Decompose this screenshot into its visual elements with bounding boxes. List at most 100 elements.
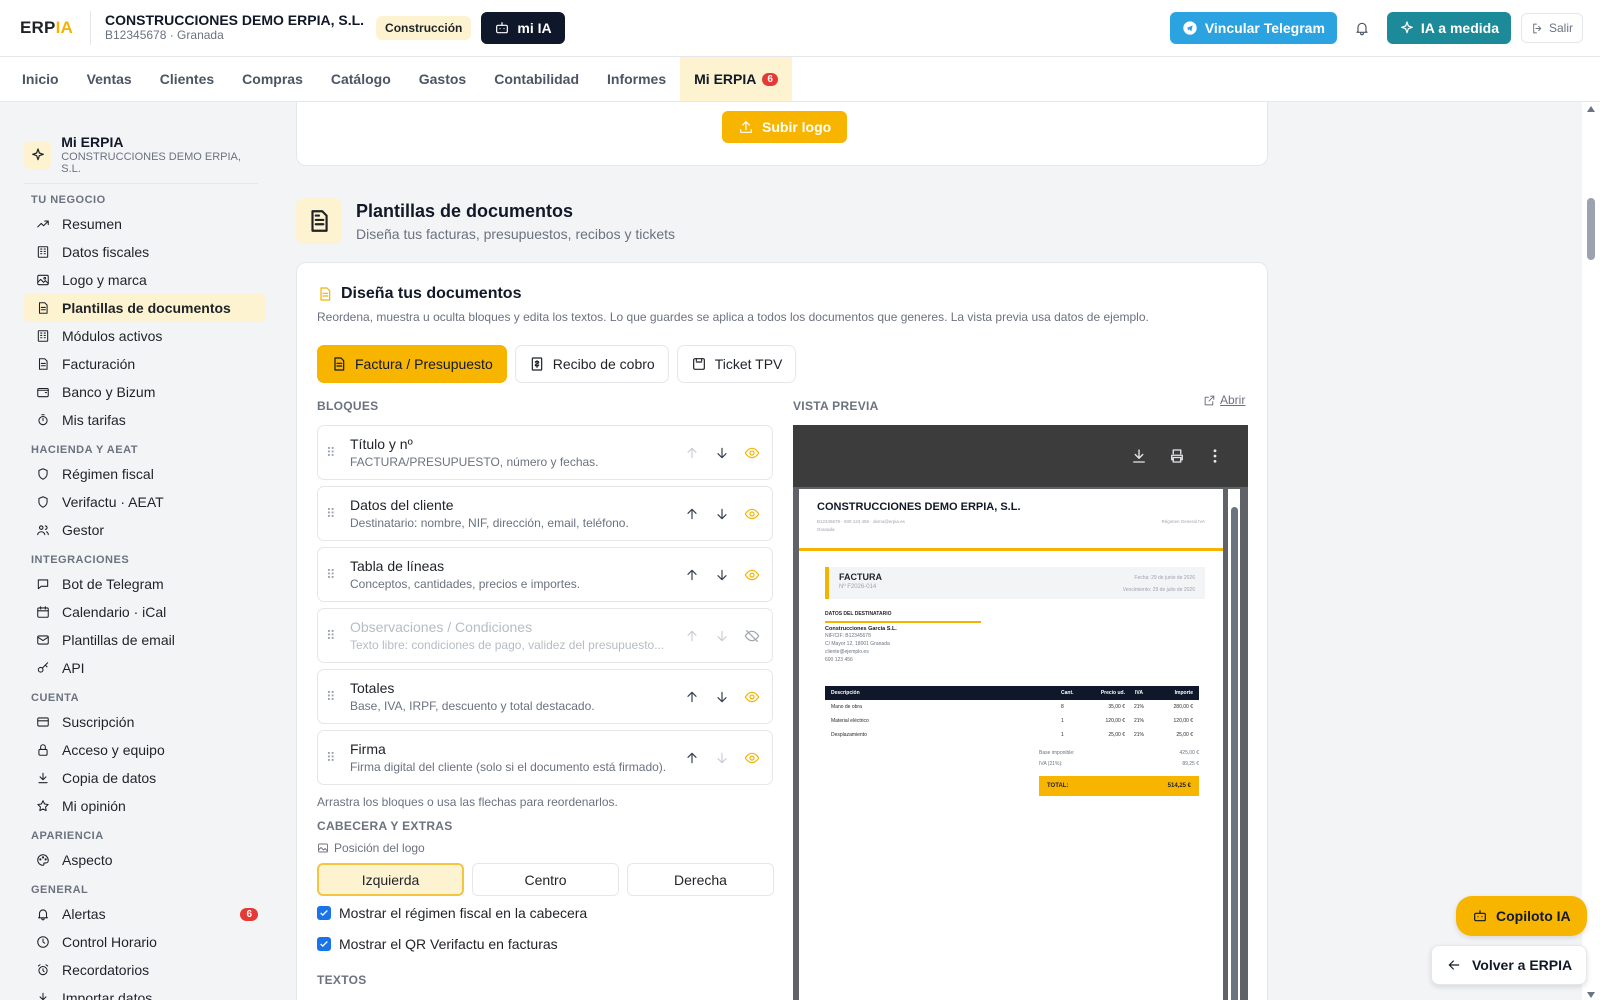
move-up-icon[interactable] (684, 750, 700, 766)
move-down-icon[interactable] (714, 750, 730, 766)
sidebar-item-gestor[interactable]: Gestor (24, 516, 266, 544)
sidebar-item-logo-y-marca[interactable]: Logo y marca (24, 266, 266, 294)
template-block[interactable]: ⠿ Totales Base, IVA, IRPF, descuento y tot… (317, 669, 773, 724)
show-verifactu-qr-checkbox[interactable]: Mostrar el QR Verifactu en facturas (317, 936, 558, 952)
eye-icon[interactable] (744, 689, 760, 705)
nav-tab-contabilidad[interactable]: Contabilidad (480, 57, 593, 101)
sidebar-item-recordatorios[interactable]: Recordatorios (24, 956, 266, 984)
sidebar-item-alertas[interactable]: Alertas 6 (24, 900, 266, 928)
eye-icon[interactable] (744, 750, 760, 766)
page-scrollbar[interactable] (1582, 102, 1600, 1000)
mi-ia-button[interactable]: mi IA (481, 12, 565, 44)
move-up-icon[interactable] (684, 689, 700, 705)
template-block[interactable]: ⠿ Título y nº FACTURA/PRESUPUESTO, número … (317, 425, 773, 480)
preview-scroll-thumb[interactable] (1231, 507, 1238, 1000)
doc-tab-factura[interactable]: Factura / Presupuesto (317, 345, 507, 383)
sidebar-item-label: Mis tarifas (62, 412, 126, 428)
more-vertical-icon[interactable] (1206, 447, 1224, 465)
block-title: Firma (350, 741, 386, 757)
sidebar-item-verifactu-aeat[interactable]: Verifactu · AEAT (24, 488, 266, 516)
link-telegram-button[interactable]: Vincular Telegram (1169, 12, 1337, 44)
nav-tab-compras[interactable]: Compras (228, 57, 317, 101)
preview-scrollbar[interactable] (1228, 489, 1240, 1000)
logo-position-left-button[interactable]: Izquierda (317, 863, 464, 896)
back-to-erpia-button[interactable]: Volver a ERPIA (1431, 945, 1588, 985)
template-block[interactable]: ⠿ Firma Firma digital del cliente (solo si… (317, 730, 773, 785)
nav-tab-mi-erpia[interactable]: Mi ERPIA 6 (680, 57, 792, 101)
eye-off-icon[interactable] (744, 628, 760, 644)
template-block[interactable]: ⠿ Observaciones / Condiciones Texto libre:… (317, 608, 773, 663)
sidebar-item-modulos-activos[interactable]: Módulos activos (24, 322, 266, 350)
sidebar-item-plantillas-de-documentos[interactable]: Plantillas de documentos (24, 294, 266, 322)
nav-tab-inicio[interactable]: Inicio (8, 57, 73, 101)
show-fiscal-regime-checkbox[interactable]: Mostrar el régimen fiscal en la cabecera (317, 905, 587, 921)
move-up-icon[interactable] (684, 445, 700, 461)
logo-position-center-button[interactable]: Centro (472, 863, 619, 896)
nav-tab-cat-logo[interactable]: Catálogo (317, 57, 405, 101)
company-info: CONSTRUCCIONES DEMO ERPIA, S.L. B1234567… (105, 13, 364, 43)
sidebar-item-mi-opinion[interactable]: Mi opinión (24, 792, 266, 820)
nav-tab-clientes[interactable]: Clientes (146, 57, 228, 101)
scroll-up-icon[interactable] (1587, 106, 1595, 112)
document-preview[interactable]: CONSTRUCCIONES DEMO ERPIA, S.L. B1234567… (793, 425, 1248, 1000)
logo-position-text: Posición del logo (334, 841, 425, 855)
drag-handle-icon[interactable]: ⠿ (326, 567, 344, 583)
move-down-icon[interactable] (714, 689, 730, 705)
download-icon[interactable] (1130, 447, 1148, 465)
drag-handle-icon[interactable]: ⠿ (326, 506, 344, 522)
sidebar-item-mis-tarifas[interactable]: Mis tarifas (24, 406, 266, 434)
drag-handle-icon[interactable]: ⠿ (326, 750, 344, 766)
sidebar-item-label: Control Horario (62, 934, 157, 950)
move-up-icon[interactable] (684, 567, 700, 583)
scroll-thumb[interactable] (1587, 198, 1595, 260)
sidebar-item-banco-y-bizum[interactable]: Banco y Bizum (24, 378, 266, 406)
nav-tab-gastos[interactable]: Gastos (405, 57, 480, 101)
doc-tab-ticket[interactable]: Ticket TPV (676, 345, 797, 383)
eye-icon[interactable] (744, 445, 760, 461)
move-down-icon[interactable] (714, 445, 730, 461)
sidebar-item-importar-datos[interactable]: Importar datos (24, 984, 266, 1000)
template-block[interactable]: ⠿ Tabla de líneas Conceptos, cantidades, p… (317, 547, 773, 602)
nav-tab-ventas[interactable]: Ventas (73, 57, 146, 101)
open-preview-link[interactable]: Abrir (1203, 393, 1245, 407)
sidebar-item-acceso-y-equipo[interactable]: Acceso y equipo (24, 736, 266, 764)
sidebar-item-bot-de-telegram[interactable]: Bot de Telegram (24, 570, 266, 598)
block-title: Observaciones / Condiciones (350, 619, 533, 635)
nav-tab-informes[interactable]: Informes (593, 57, 680, 101)
move-down-icon[interactable] (714, 628, 730, 644)
notifications-bell-icon[interactable] (1347, 13, 1377, 43)
template-block[interactable]: ⠿ Datos del cliente Destinatario: nombre, … (317, 486, 773, 541)
sidebar-item-resumen[interactable]: Resumen (24, 210, 266, 238)
preview-base-value: 425,00 € (1179, 750, 1199, 756)
sidebar-item-suscripcion[interactable]: Suscripción (24, 708, 266, 736)
print-icon[interactable] (1168, 447, 1186, 465)
move-up-icon[interactable] (684, 506, 700, 522)
ia-a-medida-button[interactable]: IA a medida (1386, 12, 1511, 44)
move-down-icon[interactable] (714, 506, 730, 522)
drag-handle-icon[interactable]: ⠿ (326, 689, 344, 705)
logo-position-right-button[interactable]: Derecha (627, 863, 774, 896)
sidebar-item-api[interactable]: API (24, 654, 266, 682)
sidebar-item-aspecto[interactable]: Aspecto (24, 846, 266, 874)
app-logo[interactable]: ERPIA (20, 18, 80, 38)
eye-icon[interactable] (744, 506, 760, 522)
sidebar-item-facturacion[interactable]: Facturación (24, 350, 266, 378)
move-down-icon[interactable] (714, 567, 730, 583)
doc-tab-recibo[interactable]: Recibo de cobro (514, 345, 669, 383)
sidebar-item-regimen-fiscal[interactable]: Régimen fiscal (24, 460, 266, 488)
sidebar-item-control-horario[interactable]: Control Horario (24, 928, 266, 956)
sidebar-item-copia-de-datos[interactable]: Copia de datos (24, 764, 266, 792)
move-up-icon[interactable] (684, 628, 700, 644)
sidebar-item-datos-fiscales[interactable]: Datos fiscales (24, 238, 266, 266)
logout-button[interactable]: Salir (1520, 13, 1583, 43)
upload-logo-button[interactable]: Subir logo (722, 111, 848, 143)
sidebar-item-plantillas-de-email[interactable]: Plantillas de email (24, 626, 266, 654)
sidebar-item-label: Resumen (62, 216, 122, 232)
drag-handle-icon[interactable]: ⠿ (326, 628, 344, 644)
scroll-down-icon[interactable] (1587, 992, 1595, 998)
copilot-button[interactable]: Copiloto IA (1456, 896, 1587, 936)
preview-column-header: IVA (1135, 690, 1143, 696)
sidebar-item-calendario-ical[interactable]: Calendario · iCal (24, 598, 266, 626)
eye-icon[interactable] (744, 567, 760, 583)
drag-handle-icon[interactable]: ⠿ (326, 445, 344, 461)
